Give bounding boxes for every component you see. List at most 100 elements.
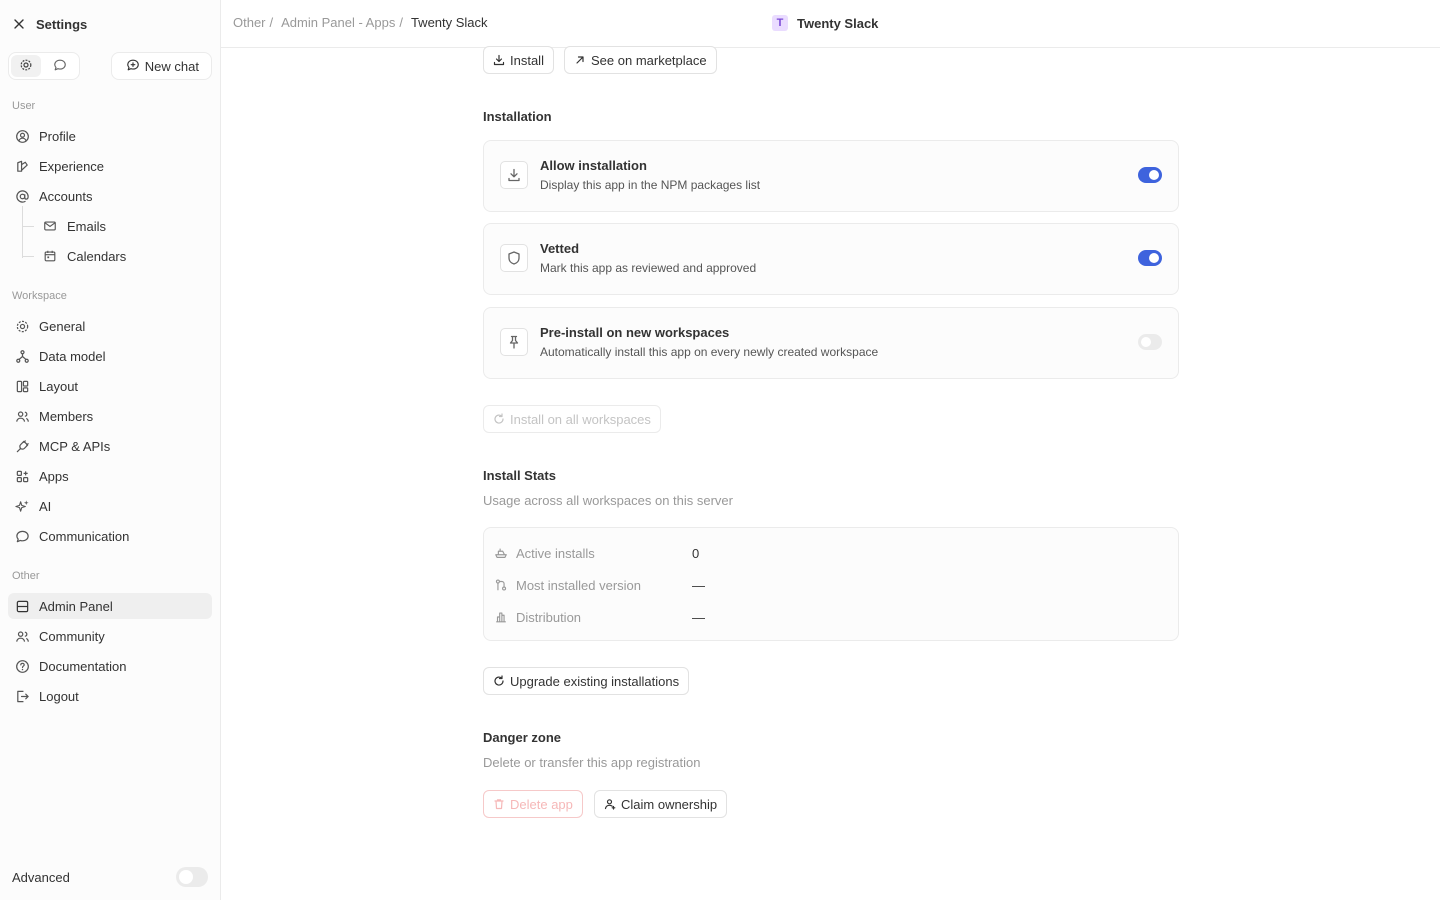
sidebar-item-layout[interactable]: Layout bbox=[8, 373, 212, 399]
card-description: Automatically install this app on every … bbox=[540, 345, 879, 359]
stat-most-installed-version: Most installed version — bbox=[494, 575, 705, 595]
download-icon bbox=[500, 161, 528, 189]
card-title: Allow installation bbox=[540, 158, 647, 173]
allow-installation-card: Allow installation Display this app in t… bbox=[483, 140, 1179, 212]
shield-icon bbox=[500, 244, 528, 272]
breadcrumb-admin-apps[interactable]: Admin Panel - Apps bbox=[281, 15, 395, 30]
card-description: Mark this app as reviewed and approved bbox=[540, 261, 757, 275]
install-all-label: Install on all workspaces bbox=[510, 411, 651, 427]
upgrade-label: Upgrade existing installations bbox=[510, 673, 680, 689]
sidebar-item-members[interactable]: Members bbox=[8, 403, 212, 429]
allow-installation-toggle[interactable] bbox=[1138, 167, 1162, 183]
install-button[interactable]: Install bbox=[483, 46, 554, 74]
section-label-other: Other bbox=[12, 570, 40, 582]
preinstall-toggle[interactable] bbox=[1138, 334, 1162, 350]
pin-icon bbox=[500, 328, 528, 356]
danger-zone-heading: Danger zone bbox=[483, 730, 562, 745]
advanced-toggle[interactable] bbox=[176, 867, 208, 887]
logout-icon bbox=[14, 688, 30, 704]
sidebar-item-label: Emails bbox=[67, 218, 107, 234]
sidebar-item-accounts[interactable]: Accounts bbox=[8, 183, 212, 209]
chat-view-tab[interactable] bbox=[45, 55, 75, 77]
stat-value: — bbox=[692, 577, 705, 593]
gear-icon bbox=[19, 58, 33, 75]
new-chat-button[interactable]: New chat bbox=[110, 52, 212, 80]
palette-icon bbox=[14, 158, 30, 174]
new-chat-label: New chat bbox=[144, 58, 199, 74]
plug-icon bbox=[14, 438, 30, 454]
sidebar-item-label: Apps bbox=[39, 468, 69, 484]
close-icon[interactable] bbox=[12, 17, 26, 31]
at-sign-icon bbox=[14, 188, 30, 204]
chat-bubble-icon bbox=[53, 58, 67, 75]
breadcrumb-other[interactable]: Other bbox=[233, 15, 266, 30]
sidebar-item-profile[interactable]: Profile bbox=[8, 123, 212, 149]
hierarchy-icon bbox=[14, 348, 30, 364]
sidebar-item-label: Logout bbox=[39, 688, 79, 704]
toggle-knob bbox=[1149, 170, 1159, 180]
sidebar-item-label: AI bbox=[39, 498, 52, 514]
sidebar-item-label: Members bbox=[39, 408, 94, 424]
git-branch-icon bbox=[494, 578, 508, 592]
sidebar-item-emails[interactable]: Emails bbox=[36, 213, 212, 239]
help-circle-icon bbox=[14, 658, 30, 674]
danger-zone-subtitle: Delete or transfer this app registration bbox=[483, 755, 701, 770]
user-circle-icon bbox=[14, 128, 30, 144]
sidebar-title: Settings bbox=[36, 16, 88, 32]
sidebar-item-calendars[interactable]: Calendars bbox=[36, 243, 212, 269]
toggle-knob bbox=[1141, 337, 1151, 347]
breadcrumb-current: Twenty Slack bbox=[410, 15, 488, 30]
install-all-workspaces-button[interactable]: Install on all workspaces bbox=[483, 405, 661, 433]
delete-app-button[interactable]: Delete app bbox=[483, 790, 583, 818]
sidebar-item-apps[interactable]: Apps bbox=[8, 463, 212, 489]
claim-ownership-button[interactable]: Claim ownership bbox=[594, 790, 728, 818]
calendar-icon bbox=[42, 248, 58, 264]
sidebar-item-experience[interactable]: Experience bbox=[8, 153, 212, 179]
section-label-user: User bbox=[12, 100, 36, 112]
sidebar-item-general[interactable]: General bbox=[8, 313, 212, 339]
sidebar-item-logout[interactable]: Logout bbox=[8, 683, 212, 709]
page-title: T Twenty Slack bbox=[772, 15, 878, 31]
delete-app-label: Delete app bbox=[510, 796, 573, 812]
sidebar-item-label: Community bbox=[39, 628, 105, 644]
topbar: Other / Admin Panel - Apps / Twenty Slac… bbox=[221, 0, 1440, 48]
upgrade-installations-button[interactable]: Upgrade existing installations bbox=[483, 667, 690, 695]
preinstall-card: Pre-install on new workspaces Automatica… bbox=[483, 307, 1179, 379]
card-description: Display this app in the NPM packages lis… bbox=[540, 178, 761, 192]
sidebar-item-mcp-apis[interactable]: MCP & APIs bbox=[8, 433, 212, 459]
sidebar-item-label: Documentation bbox=[39, 658, 127, 674]
sidebar-item-label: Profile bbox=[39, 128, 76, 144]
sidebar-item-label: Experience bbox=[39, 158, 105, 174]
stat-distribution: Distribution — bbox=[494, 607, 705, 627]
chat-plus-icon bbox=[126, 58, 140, 75]
user-icon bbox=[604, 798, 616, 810]
apps-grid-icon bbox=[14, 468, 30, 484]
download-icon bbox=[493, 54, 505, 66]
sidebar-item-label: Data model bbox=[39, 348, 106, 364]
vetted-toggle[interactable] bbox=[1138, 250, 1162, 266]
users-icon bbox=[14, 628, 30, 644]
sidebar-item-community[interactable]: Community bbox=[8, 623, 212, 649]
sidebar-item-label: Admin Panel bbox=[39, 598, 113, 614]
sidebar-header: Settings bbox=[12, 15, 87, 33]
refresh-icon bbox=[493, 675, 505, 687]
sidebar-item-communication[interactable]: Communication bbox=[8, 523, 212, 549]
trash-icon bbox=[493, 798, 505, 810]
advanced-row: Advanced bbox=[12, 866, 208, 888]
sidebar-item-ai[interactable]: AI bbox=[8, 493, 212, 519]
install-label: Install bbox=[510, 52, 544, 68]
settings-view-tab[interactable] bbox=[11, 55, 41, 77]
marketplace-button[interactable]: See on marketplace bbox=[564, 46, 717, 74]
stat-value: — bbox=[692, 609, 705, 625]
sidebar-item-label: Accounts bbox=[39, 188, 93, 204]
toggle-knob bbox=[1149, 253, 1159, 263]
sidebar-item-documentation[interactable]: Documentation bbox=[8, 653, 212, 679]
sidebar-item-admin-panel[interactable]: Admin Panel bbox=[8, 593, 212, 619]
sidebar-item-label: Layout bbox=[39, 378, 79, 394]
layout-columns-icon bbox=[14, 378, 30, 394]
sidebar-controls: New chat bbox=[8, 52, 212, 80]
sidebar-item-label: Communication bbox=[39, 528, 130, 544]
stat-label: Active installs bbox=[516, 545, 595, 561]
sidebar-item-data-model[interactable]: Data model bbox=[8, 343, 212, 369]
marketplace-label: See on marketplace bbox=[591, 52, 707, 68]
